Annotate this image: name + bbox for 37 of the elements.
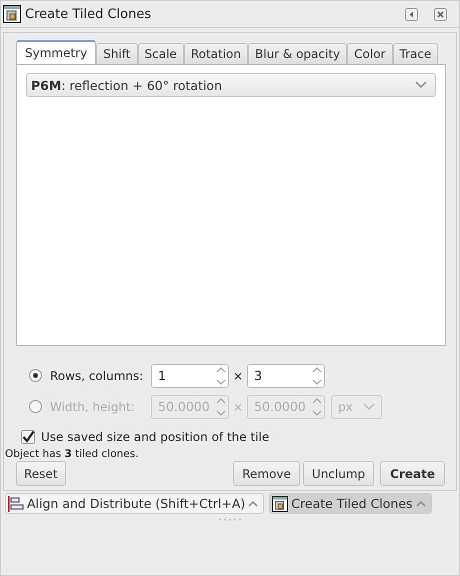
tab[interactable]: Blur & opacity <box>248 43 348 64</box>
times-sign: × <box>233 368 244 382</box>
option-label: Width, height: <box>50 400 136 414</box>
symmetry-dropdown[interactable]: P6M: reflection + 60° rotation <box>26 73 436 97</box>
tab[interactable]: Trace <box>392 43 438 64</box>
times-sign: × <box>233 400 244 414</box>
tiled-clones-icon <box>272 496 288 512</box>
tab[interactable]: Rotation <box>184 43 248 64</box>
window-title: Create Tiled Clones <box>25 6 152 22</box>
tab[interactable]: Color <box>347 43 392 64</box>
resize-grip-icon[interactable] <box>218 518 242 521</box>
checkbox-label: Use saved size and position of the tile <box>41 430 270 444</box>
action-button[interactable]: Unclump <box>302 461 374 486</box>
option-label: Rows, columns: <box>50 368 144 382</box>
tab[interactable]: Scale <box>138 43 184 64</box>
checkbox[interactable] <box>21 430 35 444</box>
dock-tab[interactable]: Create Tiled Clones <box>269 493 432 514</box>
tab[interactable]: Symmetry <box>16 40 96 64</box>
action-button[interactable]: Remove <box>233 461 300 486</box>
tab[interactable]: Shift <box>96 43 138 64</box>
chevron-icon <box>415 81 427 89</box>
tiled-clones-icon <box>3 5 21 23</box>
action-button[interactable]: Create <box>380 461 445 486</box>
spin-field[interactable]: 3 <box>247 364 326 388</box>
dock-tab[interactable]: Align and Distribute (Shift+Ctrl+A) <box>5 493 264 514</box>
chevron-up-icon <box>416 500 426 507</box>
status-text: Object has 3 tiled clones. <box>5 448 139 460</box>
align-icon <box>8 496 24 512</box>
close-icon[interactable] <box>434 8 447 20</box>
reset-button[interactable]: Reset <box>16 461 66 486</box>
chevron-icon <box>363 402 376 410</box>
spin-field[interactable]: 1 <box>151 364 229 388</box>
stepper-icon[interactable] <box>216 364 226 386</box>
chevron-up-icon <box>248 500 258 507</box>
radio-button[interactable] <box>29 369 42 382</box>
stepper-icon[interactable] <box>312 364 322 386</box>
collapse-icon[interactable] <box>405 8 418 20</box>
